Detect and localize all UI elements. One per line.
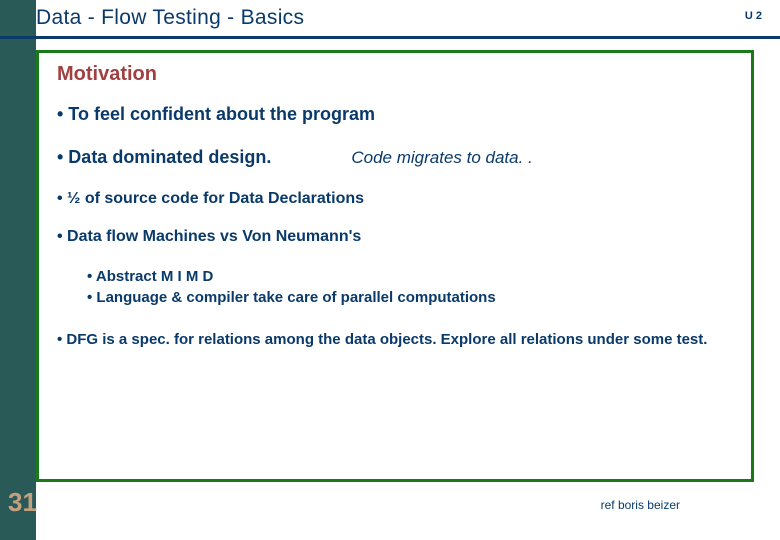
content-box: Motivation • To feel confident about the… xyxy=(36,50,754,482)
sub-bullet-mimd: • Abstract M I M D xyxy=(87,266,733,287)
left-stripe xyxy=(0,0,36,540)
slide-title: Data - Flow Testing - Basics xyxy=(36,6,304,30)
footer-reference: ref boris beizer xyxy=(601,498,680,512)
bullet-dataflow-machines: • Data flow Machines vs Von Neumann's xyxy=(57,228,733,246)
aside-code-migrates: Code migrates to data. . xyxy=(351,148,532,168)
bullet-half-source: • ½ of source code for Data Declarations xyxy=(57,190,733,208)
sub-bullet-list: • Abstract M I M D • Language & compiler… xyxy=(87,266,733,308)
bullet-data-dominated: • Data dominated design. xyxy=(57,147,271,168)
sub-bullet-compiler: • Language & compiler take care of paral… xyxy=(87,287,733,308)
page-number: 31 xyxy=(8,487,37,518)
section-subhead: Motivation xyxy=(57,63,733,86)
unit-tag: U 2 xyxy=(745,10,762,22)
header-divider xyxy=(0,36,780,39)
bullet-dfg-spec: • DFG is a spec. for relations among the… xyxy=(57,330,733,350)
bullet-confident: • To feel confident about the program xyxy=(57,104,733,125)
bullet-data-dominated-row: • Data dominated design. Code migrates t… xyxy=(57,147,733,168)
